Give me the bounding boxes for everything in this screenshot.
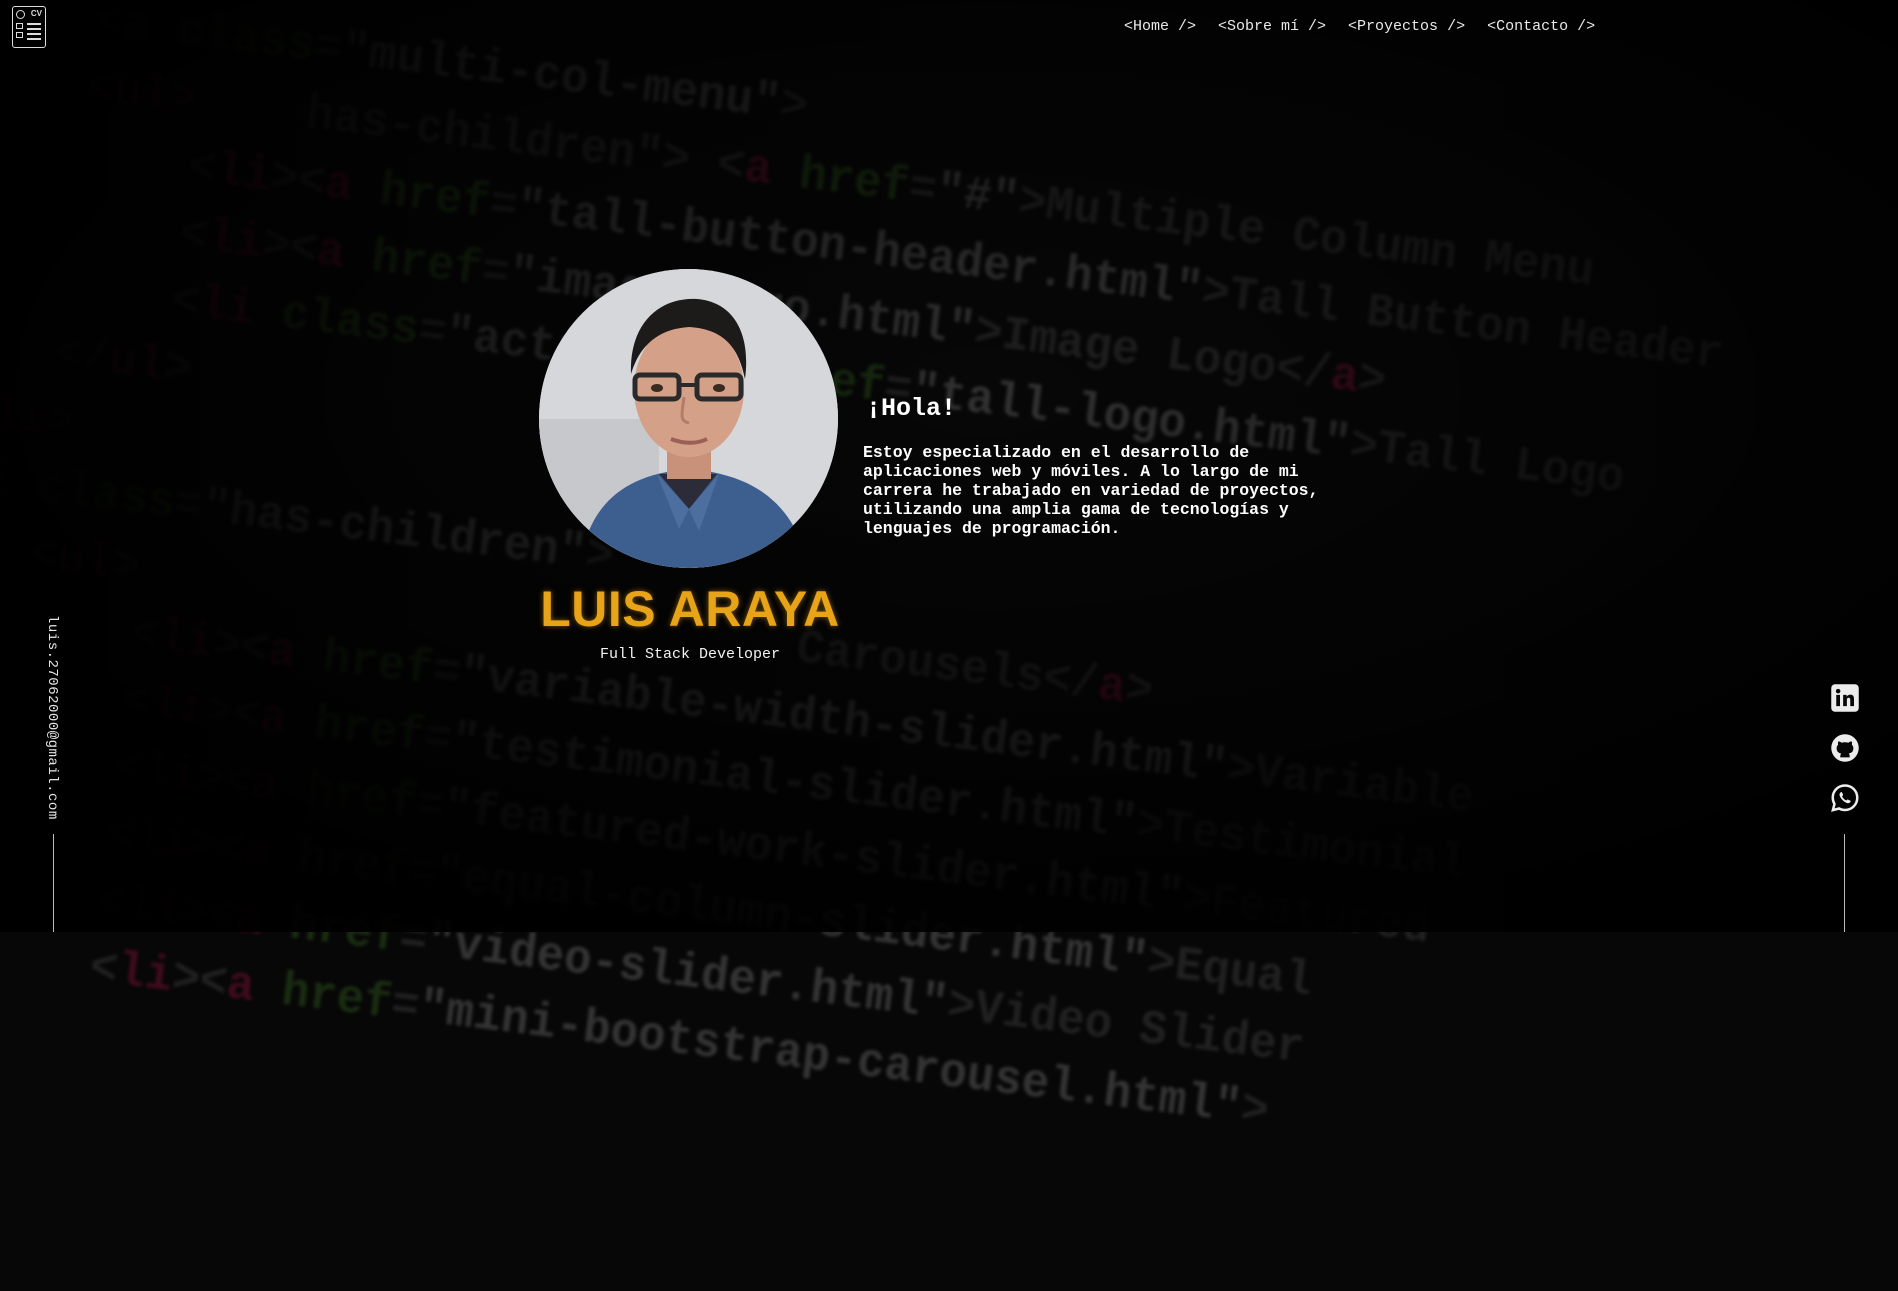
- intro-paragraph: Estoy especializado en el desarrollo de …: [863, 443, 1319, 538]
- profile-avatar: [539, 269, 838, 568]
- greeting-heading: ¡Hola!: [866, 394, 957, 423]
- email-divider-line: [53, 834, 54, 932]
- nav-contact[interactable]: <Contacto />: [1487, 18, 1595, 35]
- profile-photo: [539, 269, 838, 568]
- social-links: [1830, 683, 1860, 833]
- linkedin-icon[interactable]: [1830, 683, 1860, 713]
- social-divider-line: [1844, 834, 1845, 932]
- profile-role: Full Stack Developer: [599, 646, 781, 663]
- main-nav: <Home /> <Sobre mí /> <Proyectos /> <Con…: [1124, 18, 1595, 35]
- github-icon[interactable]: [1830, 733, 1860, 763]
- code-background: <li><a class="multi-col-menu"> <ul> has-…: [0, 0, 1727, 1140]
- whatsapp-icon[interactable]: [1830, 783, 1860, 813]
- nav-projects[interactable]: <Proyectos />: [1348, 18, 1465, 35]
- nav-about[interactable]: <Sobre mí />: [1218, 18, 1326, 35]
- logo-text: CV: [30, 9, 42, 18]
- email-link[interactable]: luis.27062000@gmail.com: [44, 615, 60, 820]
- cv-logo-icon[interactable]: CV: [12, 6, 46, 48]
- nav-home[interactable]: <Home />: [1124, 18, 1196, 35]
- profile-name: LUIS ARAYA: [540, 581, 840, 637]
